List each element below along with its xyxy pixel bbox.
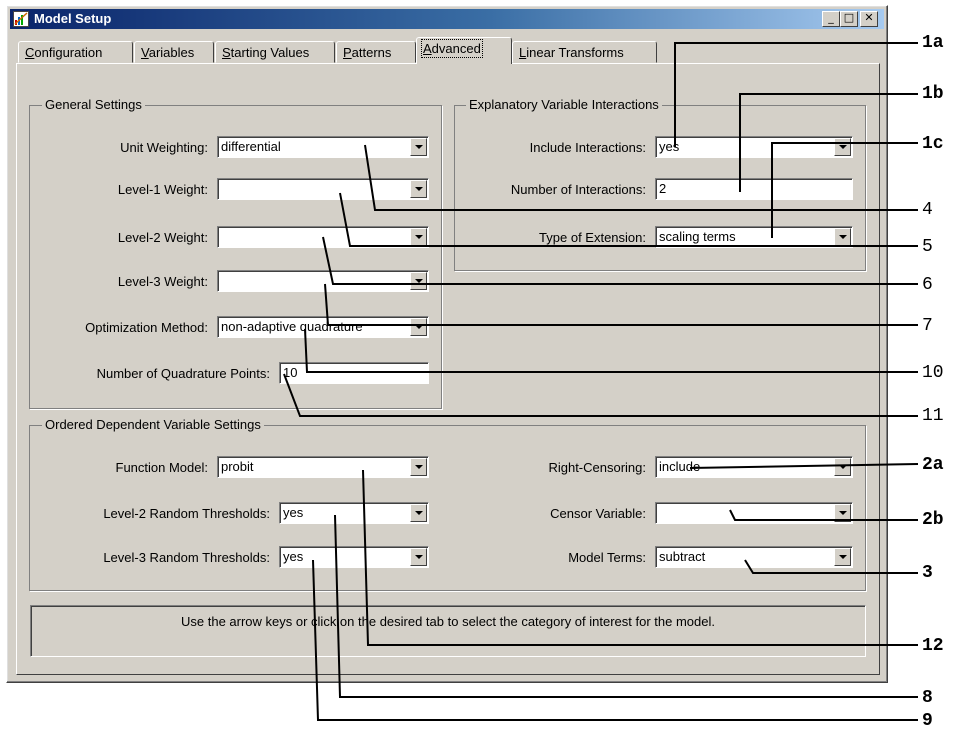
unit-weighting-select[interactable]: differential <box>217 136 429 158</box>
censor-variable-select[interactable] <box>655 502 853 524</box>
include-interactions-select[interactable]: yes <box>655 136 853 158</box>
maximize-button[interactable]: □ <box>840 11 858 27</box>
level3-weight-label: Level-3 Weight: <box>117 274 208 289</box>
level3-weight-select[interactable] <box>217 270 429 292</box>
chevron-down-icon[interactable] <box>834 138 851 156</box>
number-of-interactions-input[interactable]: 2 <box>655 178 853 200</box>
callout-4: 4 <box>922 200 933 220</box>
chevron-down-icon[interactable] <box>410 228 427 246</box>
model-terms-label: Model Terms: <box>568 550 646 565</box>
function-model-select[interactable]: probit <box>217 456 429 478</box>
tab-advanced[interactable]: Advanced <box>416 37 512 64</box>
quadrature-points-input[interactable]: 10 <box>279 362 429 384</box>
chevron-down-icon[interactable] <box>410 272 427 290</box>
level3-thresholds-select[interactable]: yes <box>279 546 429 568</box>
chevron-down-icon[interactable] <box>410 318 427 336</box>
chevron-down-icon[interactable] <box>410 504 427 522</box>
interactions-title: Explanatory Variable Interactions <box>466 97 662 112</box>
include-interactions-label: Include Interactions: <box>529 140 646 155</box>
tab-configuration[interactable]: Configuration <box>18 41 133 63</box>
type-of-extension-label: Type of Extension: <box>539 230 646 245</box>
tab-linear-transforms[interactable]: Linear Transforms <box>512 41 657 63</box>
unit-weighting-label: Unit Weighting: <box>120 140 208 155</box>
chevron-down-icon[interactable] <box>834 228 851 246</box>
callout-11: 11 <box>922 406 944 426</box>
chevron-down-icon[interactable] <box>410 458 427 476</box>
callout-3: 3 <box>922 563 933 583</box>
type-of-extension-select[interactable]: scaling terms <box>655 226 853 248</box>
callout-7: 7 <box>922 316 933 336</box>
callout-1c: 1c <box>922 134 944 154</box>
tab-variables[interactable]: Variables <box>134 41 214 63</box>
level2-thresholds-label: Level-2 Random Thresholds: <box>103 506 270 521</box>
right-censoring-select[interactable]: include <box>655 456 853 478</box>
optimization-method-select[interactable]: non-adaptive quadrature <box>217 316 429 338</box>
callout-10: 10 <box>922 363 944 383</box>
chevron-down-icon[interactable] <box>410 548 427 566</box>
model-terms-select[interactable]: subtract <box>655 546 853 568</box>
function-model-label: Function Model: <box>115 460 209 475</box>
app-icon <box>13 11 29 27</box>
callout-8: 8 <box>922 688 933 708</box>
chevron-down-icon[interactable] <box>410 138 427 156</box>
callout-6: 6 <box>922 275 933 295</box>
callout-1b: 1b <box>922 84 944 104</box>
level2-weight-select[interactable] <box>217 226 429 248</box>
level2-thresholds-select[interactable]: yes <box>279 502 429 524</box>
chevron-down-icon[interactable] <box>410 180 427 198</box>
level1-weight-label: Level-1 Weight: <box>117 182 208 197</box>
window-title: Model Setup <box>34 11 112 26</box>
minimize-button[interactable]: _ <box>822 11 840 27</box>
chevron-down-icon[interactable] <box>834 504 851 522</box>
callout-1a: 1a <box>922 33 944 53</box>
callout-12: 12 <box>922 636 944 656</box>
callout-9: 9 <box>922 711 933 731</box>
general-settings-title: General Settings <box>42 97 145 112</box>
tab-patterns[interactable]: Patterns <box>336 41 416 63</box>
quadrature-points-label: Number of Quadrature Points: <box>96 366 270 381</box>
callout-2b: 2b <box>922 510 944 530</box>
optimization-method-label: Optimization Method: <box>85 320 208 335</box>
title-bar[interactable]: Model Setup _ □ ✕ <box>10 9 884 29</box>
status-box: Use the arrow keys or click on the desir… <box>30 605 866 657</box>
ordered-settings-title: Ordered Dependent Variable Settings <box>42 417 264 432</box>
close-button[interactable]: ✕ <box>860 11 878 27</box>
censor-variable-label: Censor Variable: <box>550 506 646 521</box>
level2-weight-label: Level-2 Weight: <box>117 230 208 245</box>
level3-thresholds-label: Level-3 Random Thresholds: <box>103 550 270 565</box>
chevron-down-icon[interactable] <box>834 548 851 566</box>
level1-weight-select[interactable] <box>217 178 429 200</box>
number-of-interactions-label: Number of Interactions: <box>510 182 646 197</box>
status-text: Use the arrow keys or click on the desir… <box>181 614 715 629</box>
callout-2a: 2a <box>922 455 944 475</box>
tab-starting-values[interactable]: Starting Values <box>215 41 335 63</box>
chevron-down-icon[interactable] <box>834 458 851 476</box>
right-censoring-label: Right-Censoring: <box>548 460 646 475</box>
callout-5: 5 <box>922 237 933 257</box>
